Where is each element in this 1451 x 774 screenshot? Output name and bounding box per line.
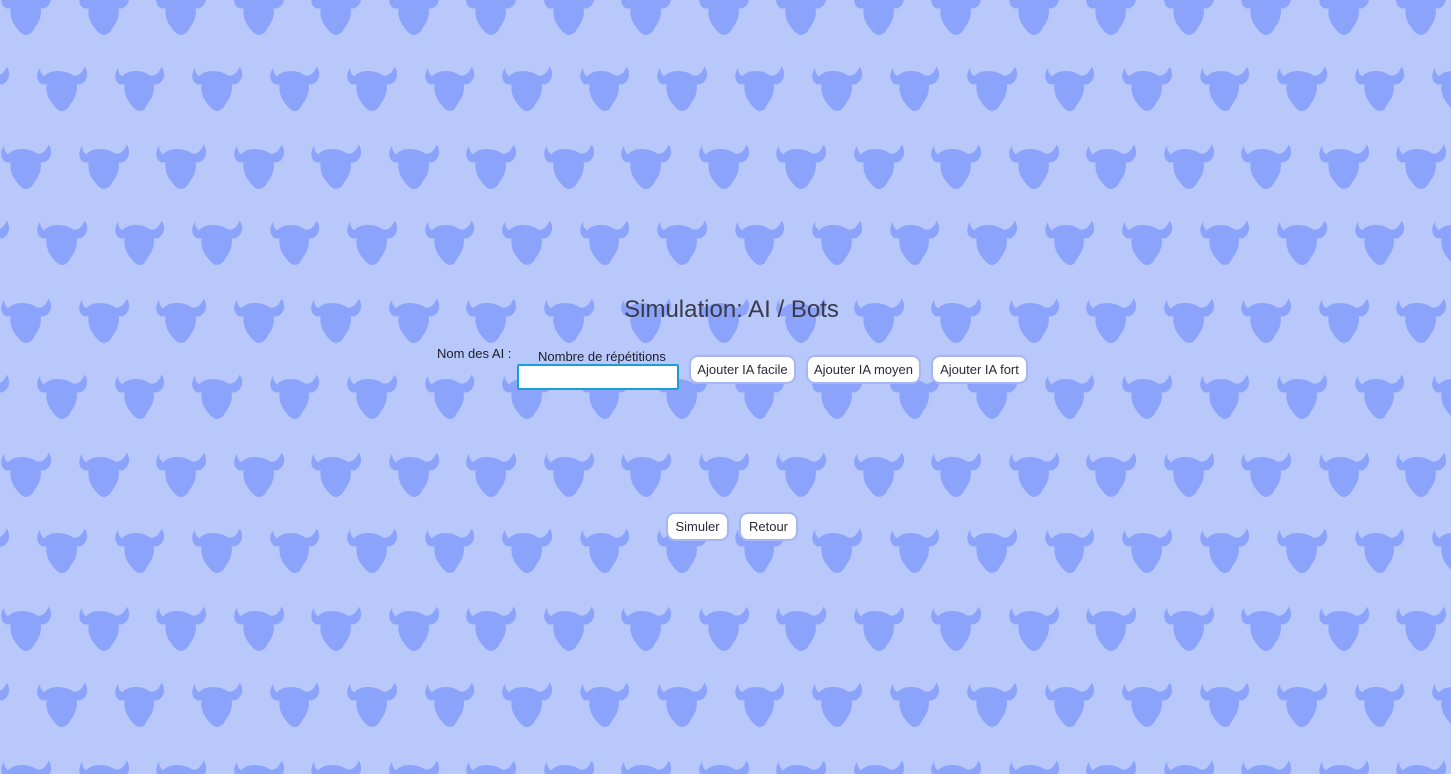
repetitions-label: Nombre de répétitions xyxy=(538,349,666,364)
add-hard-ai-button[interactable]: Ajouter IA fort xyxy=(931,355,1028,384)
simulate-button[interactable]: Simuler xyxy=(666,512,729,541)
repetitions-input[interactable] xyxy=(517,364,679,390)
add-medium-ai-button[interactable]: Ajouter IA moyen xyxy=(806,355,921,384)
ai-names-label: Nom des AI : xyxy=(437,346,512,361)
back-button[interactable]: Retour xyxy=(739,512,798,541)
page-title: Simulation: AI / Bots xyxy=(624,296,839,323)
add-easy-ai-button[interactable]: Ajouter IA facile xyxy=(689,355,796,384)
background-pattern xyxy=(0,0,1451,774)
